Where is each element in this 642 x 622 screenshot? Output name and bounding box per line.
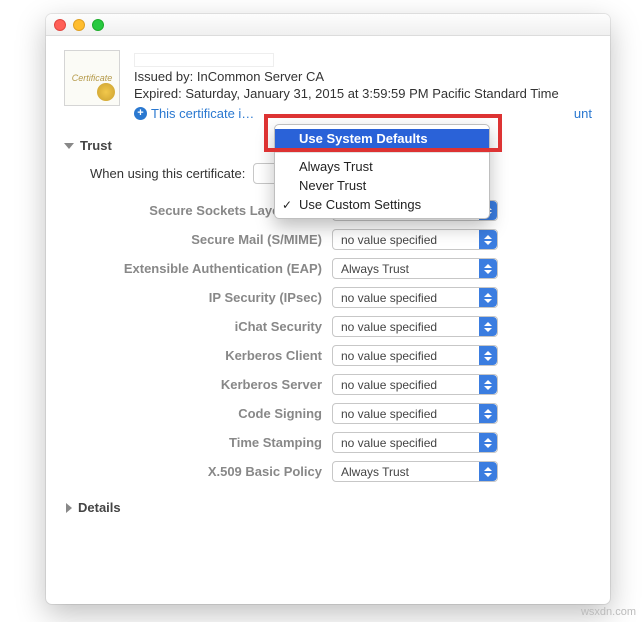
trust-row-select[interactable]: no value specified [332, 229, 498, 250]
trust-row-select[interactable]: no value specified [332, 432, 498, 453]
details-section-label: Details [78, 500, 121, 515]
trust-row-select[interactable]: no value specified [332, 403, 498, 424]
trust-row: Kerberos Server no value specified [64, 374, 592, 395]
select-caret-icon [479, 462, 497, 481]
details-section-header[interactable]: Details [66, 500, 592, 515]
trust-row-value: Always Trust [341, 262, 409, 276]
menu-item[interactable]: Never Trust [275, 176, 489, 195]
select-caret-icon [479, 375, 497, 394]
certificate-header: Certificate Issued by: InCommon Server C… [64, 50, 592, 122]
close-icon[interactable] [54, 19, 66, 31]
menu-item-label: Always Trust [299, 159, 373, 174]
trust-row-value: no value specified [341, 436, 437, 450]
titlebar [46, 14, 610, 36]
trust-row-label: Secure Mail (S/MIME) [64, 232, 332, 247]
seal-icon [97, 83, 115, 101]
menu-item[interactable]: Always Trust [275, 157, 489, 176]
select-caret-icon [479, 404, 497, 423]
trust-row-select[interactable]: Always Trust [332, 461, 498, 482]
certificate-icon: Certificate [64, 50, 120, 106]
plus-badge-icon: + [134, 107, 147, 120]
window-content: Certificate Issued by: InCommon Server C… [46, 36, 610, 525]
when-using-label: When using this certificate: [90, 166, 245, 181]
issued-by-line: Issued by: InCommon Server CA [134, 68, 592, 86]
chevron-down-icon [64, 143, 74, 149]
trust-row-value: no value specified [341, 233, 437, 247]
menu-item-label: Never Trust [299, 178, 366, 193]
trust-row: Secure Mail (S/MIME) no value specified [64, 229, 592, 250]
expired-line: Expired: Saturday, January 31, 2015 at 3… [134, 85, 592, 103]
trust-row: Kerberos Client no value specified [64, 345, 592, 366]
select-caret-icon [479, 288, 497, 307]
trust-row-select[interactable]: Always Trust [332, 258, 498, 279]
chevron-right-icon [66, 503, 72, 513]
select-caret-icon [479, 259, 497, 278]
certificate-name-redacted [134, 53, 274, 67]
trust-row-label: Code Signing [64, 406, 332, 421]
trust-row-value: Always Trust [341, 465, 409, 479]
certificate-info: Issued by: InCommon Server CA Expired: S… [134, 50, 592, 122]
menu-item[interactable]: ✓ Use Custom Settings [275, 195, 489, 214]
trust-row-value: no value specified [341, 349, 437, 363]
select-caret-icon [479, 317, 497, 336]
trust-row: X.509 Basic Policy Always Trust [64, 461, 592, 482]
trust-row: Extensible Authentication (EAP) Always Tr… [64, 258, 592, 279]
trust-row-select[interactable]: no value specified [332, 316, 498, 337]
zoom-icon[interactable] [92, 19, 104, 31]
trust-row-value: no value specified [341, 320, 437, 334]
window-controls [54, 19, 104, 31]
trust-row-label: Kerberos Client [64, 348, 332, 363]
trust-row-label: Extensible Authentication (EAP) [64, 261, 332, 276]
trust-row-select[interactable]: no value specified [332, 287, 498, 308]
select-caret-icon [479, 230, 497, 249]
trust-row-label: iChat Security [64, 319, 332, 334]
certificate-window: Certificate Issued by: InCommon Server C… [46, 14, 610, 604]
select-caret-icon [479, 433, 497, 452]
trust-row: Time Stamping no value specified [64, 432, 592, 453]
trust-row: Code Signing no value specified [64, 403, 592, 424]
trust-row: iChat Security no value specified [64, 316, 592, 337]
trust-row-label: X.509 Basic Policy [64, 464, 332, 479]
checkmark-icon: ✓ [282, 198, 292, 212]
menu-separator [275, 152, 489, 153]
trust-row-value: no value specified [341, 291, 437, 305]
trust-row-select[interactable]: no value specified [332, 345, 498, 366]
trust-row-label: Kerberos Server [64, 377, 332, 392]
trust-settings-list: Secure Sockets Layer (SSL)no value speci… [64, 200, 592, 482]
trust-row-value: no value specified [341, 407, 437, 421]
minimize-icon[interactable] [73, 19, 85, 31]
menu-item-label: Use Custom Settings [299, 197, 421, 212]
trust-section-label: Trust [80, 138, 112, 153]
watermark: wsxdn.com [581, 606, 636, 618]
trust-row-value: no value specified [341, 378, 437, 392]
select-caret-icon [479, 346, 497, 365]
trust-row-label: Time Stamping [64, 435, 332, 450]
trust-row-select[interactable]: no value specified [332, 374, 498, 395]
trust-row-label: IP Security (IPsec) [64, 290, 332, 305]
annotation-highlight [264, 114, 502, 152]
trust-row: IP Security (IPsec) no value specified [64, 287, 592, 308]
